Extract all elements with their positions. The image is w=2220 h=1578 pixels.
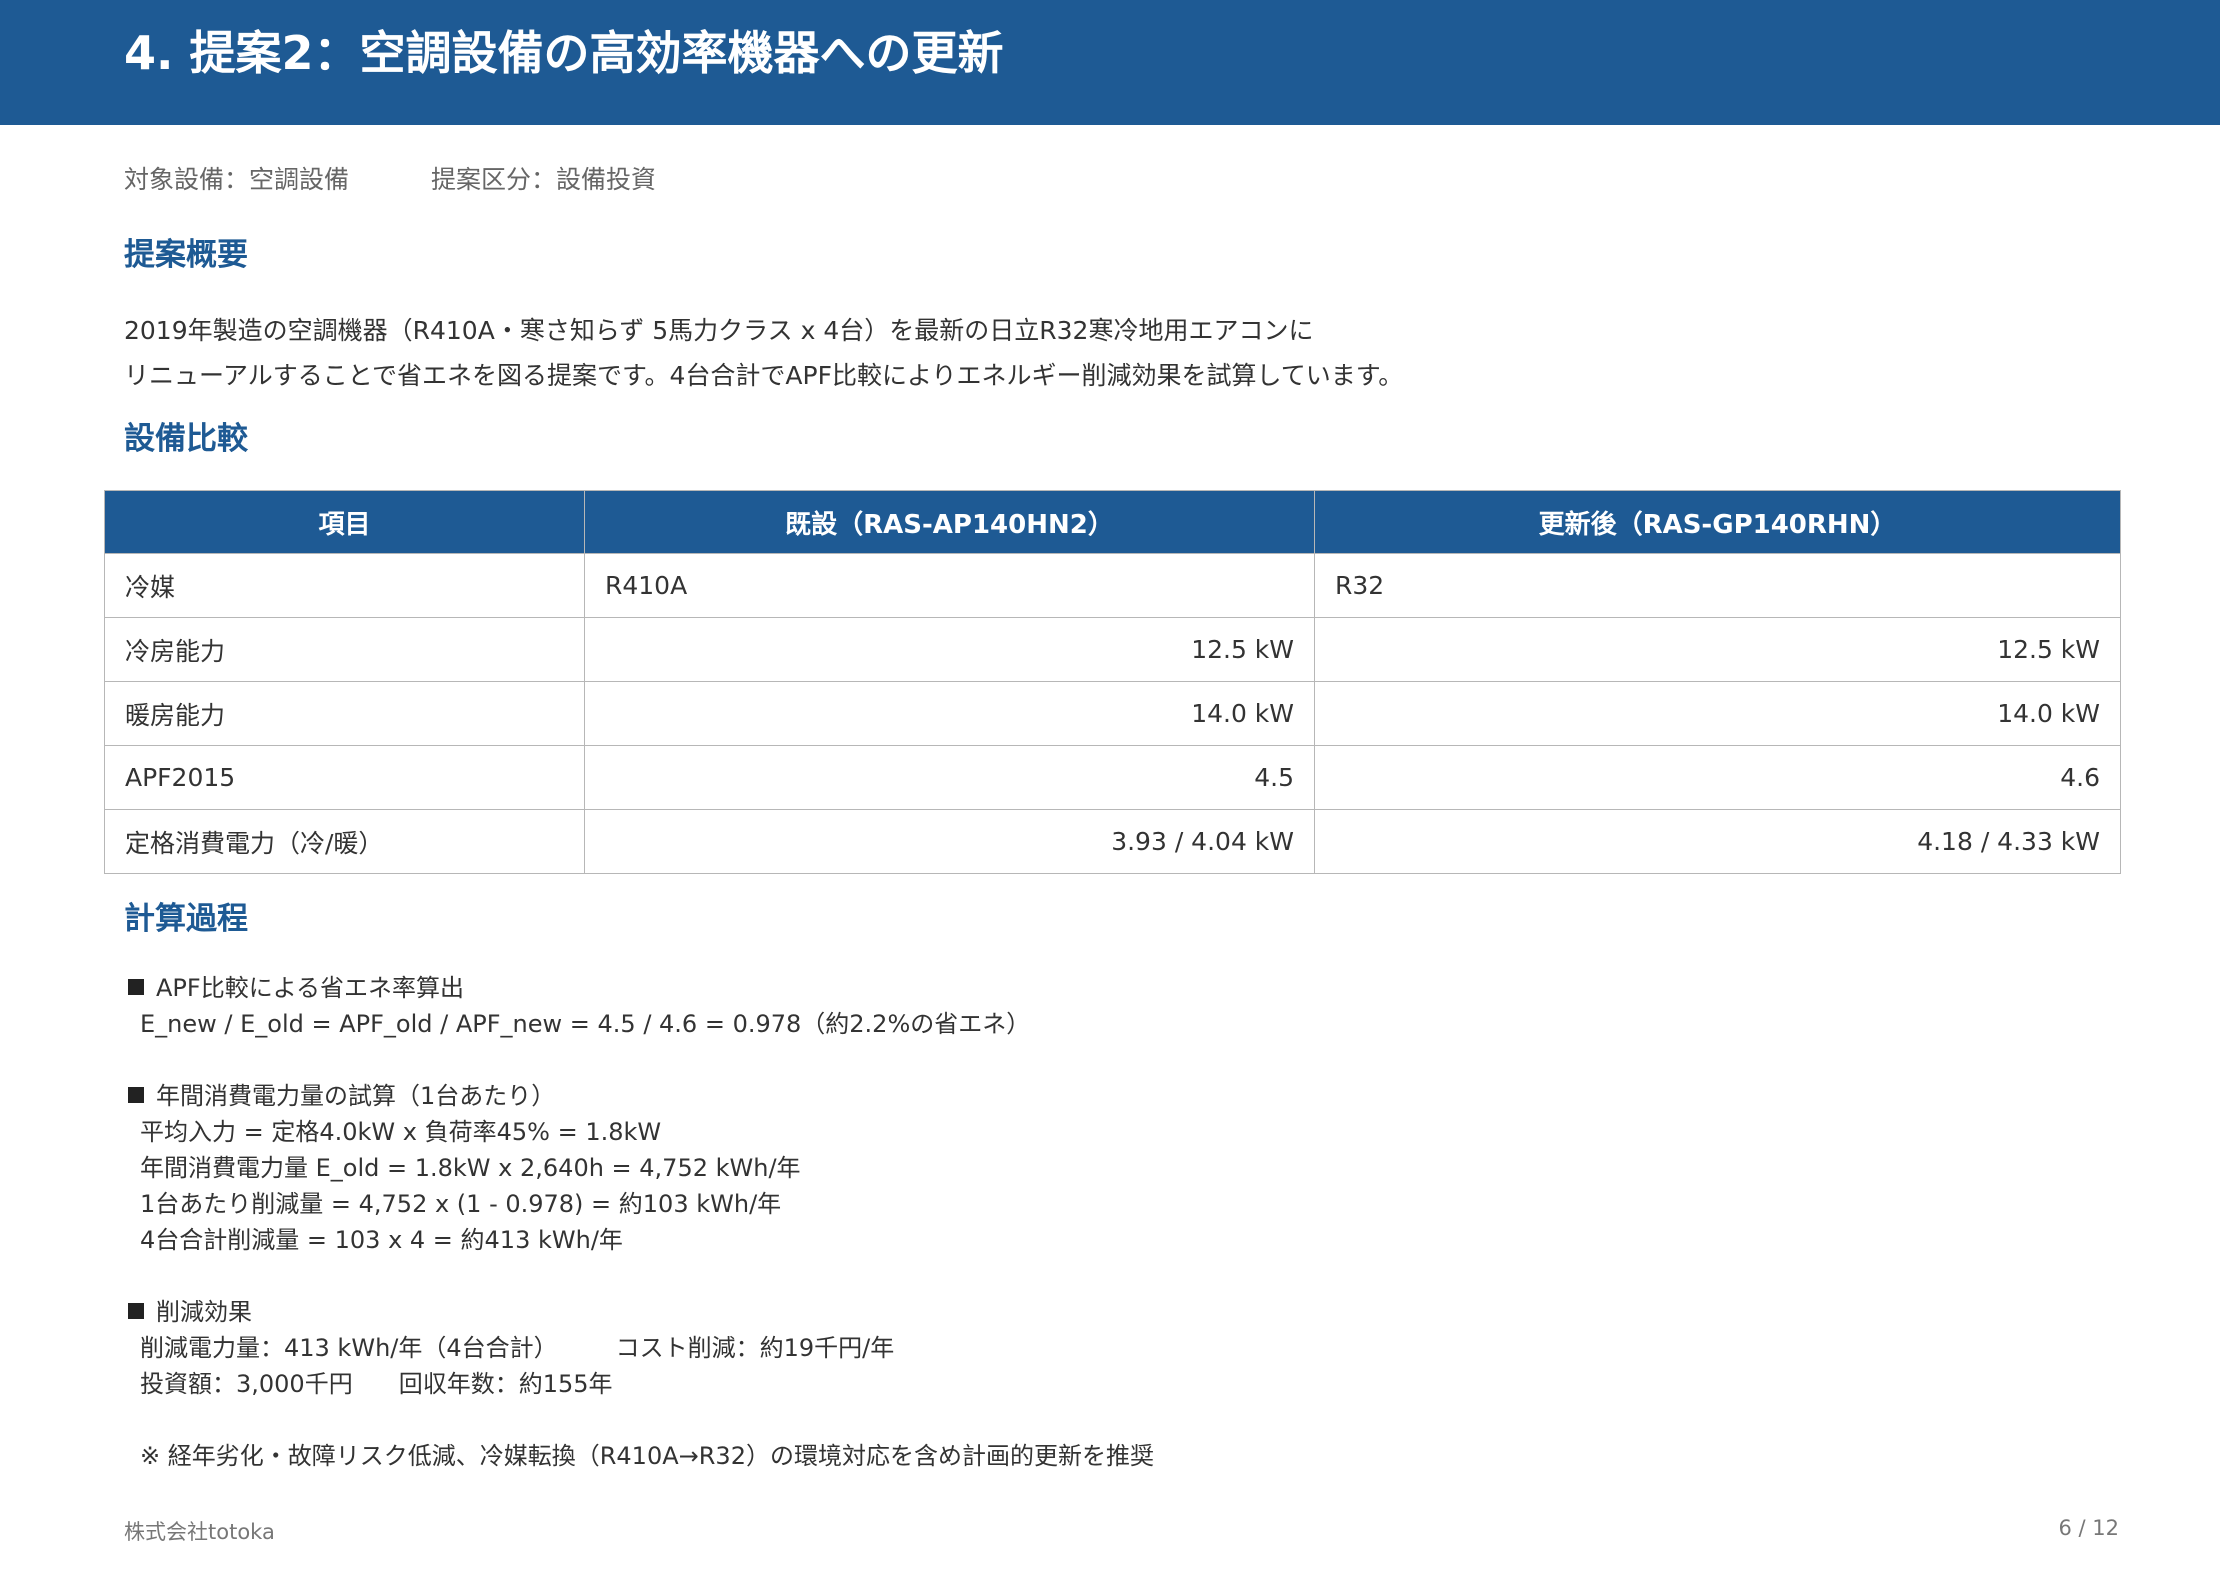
calc-content: APF比較による省エネ率算出 E_new / E_old = APF_old /… <box>128 970 1154 1474</box>
meta-row: 対象設備：空調設備 提案区分：設備投資 <box>124 162 656 198</box>
reduction-amount: 削減電力量：413 kWh/年（4台合計） <box>140 1334 558 1362</box>
table-cell: 14.0 kW <box>1314 681 2121 746</box>
table-cell: 12.5 kW <box>584 617 1315 682</box>
table-cell: 冷媒 <box>104 553 585 618</box>
target-equipment: 対象設備：空調設備 <box>124 165 350 194</box>
calc-block-title: APF比較による省エネ率算出 <box>156 974 464 1002</box>
table-cell: APF2015 <box>104 745 585 810</box>
footer-company: 株式会社totoka <box>124 1520 275 1544</box>
calc-block-title: 削減効果 <box>156 1298 252 1326</box>
comparison-heading: 設備比較 <box>124 421 248 457</box>
calc-line: 年間消費電力量 E_old = 1.8kW x 2,640h = 4,752 k… <box>140 1154 801 1182</box>
calc-line: 平均入力 = 定格4.0kW x 負荷率45% = 1.8kW <box>140 1118 662 1146</box>
payback-years: 回収年数：約155年 <box>398 1370 613 1398</box>
proposal-category: 提案区分：設備投資 <box>431 165 657 194</box>
calc-line: 4台合計削減量 = 103 x 4 = 約413 kWh/年 <box>140 1226 623 1254</box>
calc-block-annual: 年間消費電力量の試算（1台あたり） 平均入力 = 定格4.0kW x 負荷率45… <box>128 1078 1154 1258</box>
cost-reduction: コスト削減：約19千円/年 <box>615 1334 895 1362</box>
table-row: APF2015 4.5 4.6 <box>104 745 2121 810</box>
page-number: 6 / 12 <box>2058 1516 2119 1540</box>
table-cell: 4.5 <box>584 745 1315 810</box>
column-header-existing: 既設（RAS-AP140HN2） <box>584 490 1315 554</box>
square-bullet-icon <box>128 1087 144 1103</box>
table-cell: 定格消費電力（冷/暖） <box>104 809 585 874</box>
calc-block-apf: APF比較による省エネ率算出 E_new / E_old = APF_old /… <box>128 970 1154 1042</box>
column-header-new: 更新後（RAS-GP140RHN） <box>1314 490 2121 554</box>
table-cell: 12.5 kW <box>1314 617 2121 682</box>
calc-note: ※ 経年劣化・故障リスク低減、冷媒転換（R410A→R32）の環境対応を含め計画… <box>140 1442 1154 1470</box>
table-row: 暖房能力 14.0 kW 14.0 kW <box>104 681 2121 746</box>
table-row: 冷媒 R410A R32 <box>104 553 2121 618</box>
table-row: 定格消費電力（冷/暖） 3.93 / 4.04 kW 4.18 / 4.33 k… <box>104 809 2121 874</box>
calc-heading: 計算過程 <box>124 901 248 937</box>
calc-line: 1台あたり削減量 = 4,752 x (1 - 0.978) = 約103 kW… <box>140 1190 782 1218</box>
header-bar: 4. 提案2：空調設備の高効率機器への更新 <box>0 0 2220 125</box>
square-bullet-icon <box>128 979 144 995</box>
column-header-item: 項目 <box>104 490 585 554</box>
comparison-table: 項目 既設（RAS-AP140HN2） 更新後（RAS-GP140RHN） 冷媒… <box>104 490 2121 874</box>
table-cell: 14.0 kW <box>584 681 1315 746</box>
table-row: 冷房能力 12.5 kW 12.5 kW <box>104 617 2121 682</box>
calc-block-title: 年間消費電力量の試算（1台あたり） <box>156 1082 556 1110</box>
table-cell: R32 <box>1314 553 2121 618</box>
table-cell: 暖房能力 <box>104 681 585 746</box>
summary-line: リニューアルすることで省エネを図る提案です。4台合計でAPF比較によりエネルギー… <box>124 361 1404 390</box>
summary-heading: 提案概要 <box>124 237 248 273</box>
square-bullet-icon <box>128 1303 144 1319</box>
summary-line: 2019年製造の空調機器（R410A・寒さ知らず 5馬力クラス x 4台）を最新… <box>124 316 1314 345</box>
table-cell: R410A <box>584 553 1315 618</box>
page-title: 4. 提案2：空調設備の高効率機器への更新 <box>124 26 1004 80</box>
table-cell: 4.6 <box>1314 745 2121 810</box>
calc-block-effect: 削減効果 削減電力量：413 kWh/年（4台合計） コスト削減：約19千円/年 … <box>128 1294 1154 1402</box>
table-header-row: 項目 既設（RAS-AP140HN2） 更新後（RAS-GP140RHN） <box>104 490 2121 554</box>
table-cell: 3.93 / 4.04 kW <box>584 809 1315 874</box>
calc-line: E_new / E_old = APF_old / APF_new = 4.5 … <box>140 1010 1031 1038</box>
summary-text: 2019年製造の空調機器（R410A・寒さ知らず 5馬力クラス x 4台）を最新… <box>124 308 1403 398</box>
table-cell: 4.18 / 4.33 kW <box>1314 809 2121 874</box>
investment-amount: 投資額：3,000千円 <box>140 1370 353 1398</box>
table-cell: 冷房能力 <box>104 617 585 682</box>
